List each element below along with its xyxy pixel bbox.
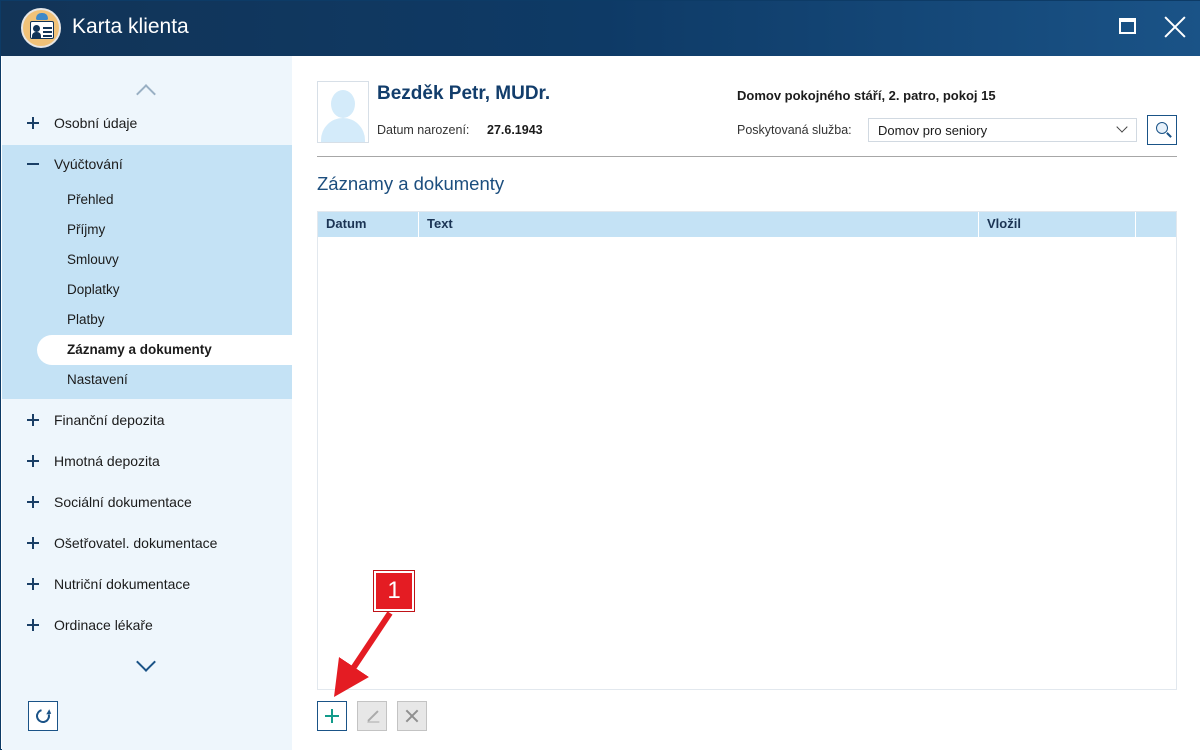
avatar bbox=[317, 81, 369, 143]
service-select-value: Domov pro seniory bbox=[878, 123, 988, 138]
sidebar-subitem-smlouvy[interactable]: Smlouvy bbox=[2, 245, 292, 275]
sidebar-subitem-prehled[interactable]: Přehled bbox=[2, 185, 292, 215]
sidebar-subitem-zaznamy-a-dokumenty[interactable]: Záznamy a dokumenty bbox=[2, 335, 292, 365]
sidebar-item-osobni-udaje[interactable]: Osobní údaje bbox=[2, 104, 292, 144]
column-header-datum[interactable]: Datum bbox=[318, 212, 419, 237]
sidebar-subitem-label: Nastavení bbox=[67, 372, 128, 387]
section-title: Záznamy a dokumenty bbox=[317, 173, 505, 194]
sidebar-subitem-label: Smlouvy bbox=[67, 252, 119, 267]
sidebar-subitem-label: Přehled bbox=[67, 192, 114, 207]
sidebar-item-label: Hmotná depozita bbox=[54, 453, 160, 469]
plus-icon bbox=[27, 578, 39, 590]
plus-icon bbox=[27, 414, 39, 426]
column-header-extra bbox=[1136, 212, 1176, 237]
sidebar-item-label: Vyúčtování bbox=[54, 156, 123, 172]
close-icon[interactable] bbox=[1163, 15, 1187, 39]
sidebar-item-nutricni-dokumentace[interactable]: Nutriční dokumentace bbox=[2, 565, 292, 605]
sidebar-item-vyuctovani[interactable]: Vyúčtování bbox=[2, 145, 292, 185]
search-icon bbox=[1156, 122, 1168, 134]
chevron-up-icon[interactable] bbox=[135, 82, 159, 98]
sidebar-item-socialni-dokumentace[interactable]: Sociální dokumentace bbox=[2, 483, 292, 523]
sidebar-item-label: Nutriční dokumentace bbox=[54, 576, 191, 592]
plus-icon bbox=[27, 496, 39, 508]
dob-value: 27.6.1943 bbox=[487, 123, 543, 137]
patient-name: Bezděk Petr, MUDr. bbox=[377, 83, 551, 104]
sidebar-item-hmotna-depozita[interactable]: Hmotná depozita bbox=[2, 442, 292, 482]
sidebar-item-osetrovatel-dokumentace[interactable]: Ošetřovatel. dokumentace bbox=[2, 524, 292, 564]
refresh-icon bbox=[33, 706, 53, 726]
sidebar-subitem-label: Doplatky bbox=[67, 282, 120, 297]
plus-icon bbox=[27, 619, 39, 631]
client-card-window: Karta klienta Osobní údaje Vyúčtování Př… bbox=[0, 0, 1200, 750]
sidebar-subitem-label: Platby bbox=[67, 312, 105, 327]
table-header: Datum Text Vložil bbox=[318, 212, 1176, 237]
edit-record-button[interactable] bbox=[357, 701, 387, 731]
title-bar[interactable]: Karta klienta bbox=[1, 1, 1200, 56]
sidebar-subitem-doplatky[interactable]: Doplatky bbox=[2, 275, 292, 305]
sidebar-subitem-prijmy[interactable]: Příjmy bbox=[2, 215, 292, 245]
records-table[interactable]: Datum Text Vložil bbox=[317, 211, 1177, 690]
client-card-app-icon bbox=[21, 8, 61, 48]
chevron-down-icon bbox=[1117, 123, 1127, 133]
maximize-icon[interactable] bbox=[1117, 15, 1141, 39]
sidebar-item-financni-depozita[interactable]: Finanční depozita bbox=[2, 401, 292, 441]
sidebar-subitem-label: Záznamy a dokumenty bbox=[67, 342, 212, 357]
dob-label: Datum narození: bbox=[377, 123, 470, 137]
sidebar-item-label: Ošetřovatel. dokumentace bbox=[54, 535, 218, 551]
column-header-text[interactable]: Text bbox=[419, 212, 979, 237]
sidebar-item-label: Ordinace lékaře bbox=[54, 617, 153, 633]
service-label: Poskytovaná služba: bbox=[737, 123, 852, 137]
add-record-button[interactable] bbox=[317, 701, 347, 731]
sidebar-subitem-label: Příjmy bbox=[67, 222, 106, 237]
patient-location: Domov pokojného stáří, 2. patro, pokoj 1… bbox=[737, 88, 996, 103]
callout-badge: 1 bbox=[374, 571, 414, 611]
header-divider bbox=[317, 156, 1177, 157]
sidebar: Osobní údaje Vyúčtování Přehled Příjmy S… bbox=[2, 56, 292, 750]
refresh-button[interactable] bbox=[28, 701, 58, 731]
column-header-vlozil[interactable]: Vložil bbox=[979, 212, 1136, 237]
main-content: Bezděk Petr, MUDr. Datum narození: 27.6.… bbox=[292, 56, 1200, 750]
plus-icon bbox=[27, 117, 39, 129]
window-title: Karta klienta bbox=[72, 15, 189, 38]
sidebar-item-label: Finanční depozita bbox=[54, 412, 165, 428]
sidebar-subitem-platby[interactable]: Platby bbox=[2, 305, 292, 335]
sidebar-subitem-nastaveni[interactable]: Nastavení bbox=[2, 365, 292, 395]
sidebar-item-ordinace-lekare[interactable]: Ordinace lékaře bbox=[2, 606, 292, 646]
sidebar-group-vyuctovani: Vyúčtování Přehled Příjmy Smlouvy Doplat… bbox=[2, 145, 292, 399]
chevron-down-icon[interactable] bbox=[135, 659, 159, 675]
pencil-icon bbox=[367, 710, 379, 722]
plus-icon bbox=[27, 537, 39, 549]
sidebar-item-label: Sociální dokumentace bbox=[54, 494, 192, 510]
search-button[interactable] bbox=[1147, 115, 1177, 145]
plus-icon bbox=[27, 455, 39, 467]
sidebar-item-label: Osobní údaje bbox=[54, 115, 138, 131]
minus-icon bbox=[27, 158, 39, 170]
plus-icon bbox=[325, 709, 339, 723]
service-select[interactable]: Domov pro seniory bbox=[868, 118, 1137, 142]
delete-record-button[interactable] bbox=[397, 701, 427, 731]
